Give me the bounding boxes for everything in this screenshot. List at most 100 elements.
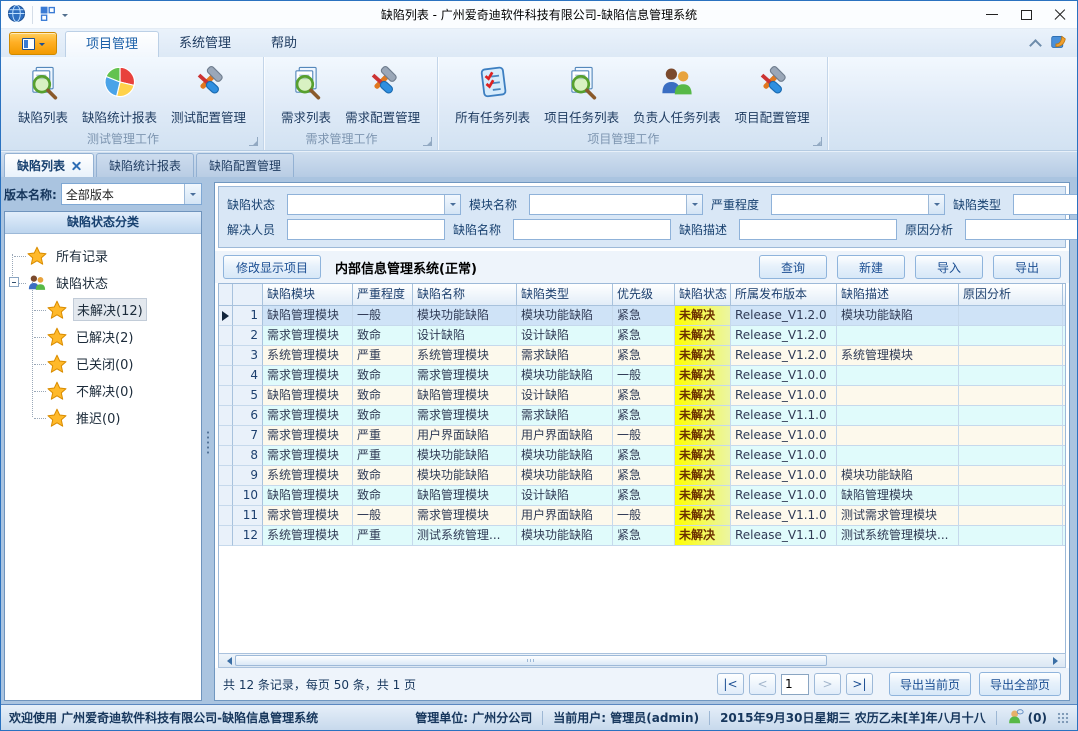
owner-tasks-button[interactable]: 负责人任务列表 [626, 61, 728, 129]
grid-cell[interactable] [837, 406, 959, 426]
module-name-filter-dropdown-icon[interactable] [686, 195, 702, 214]
grid-cell[interactable]: 需求管理模块 [263, 326, 353, 346]
grid-cell[interactable]: Release_V1.0.0 [731, 446, 837, 466]
scrollbar-thumb[interactable] [235, 655, 827, 666]
grid-cell[interactable]: 模块功能缺陷 [413, 306, 517, 326]
new-button[interactable]: 新建 [837, 255, 905, 279]
defect-name-filter-input[interactable] [514, 220, 670, 239]
grid-cell[interactable]: 严重 [353, 526, 413, 546]
grid-cell[interactable]: 需求管理模块 [413, 406, 517, 426]
first-page-button[interactable]: |< [717, 673, 744, 695]
page-number-input[interactable] [781, 674, 809, 695]
resolver-filter[interactable] [287, 219, 445, 240]
grid-cell[interactable] [837, 446, 959, 466]
grid-column-header[interactable]: 严重程度 [353, 284, 413, 306]
grid-cell[interactable]: 用户界面缺陷 [517, 426, 613, 446]
grid-cell[interactable] [959, 386, 1063, 406]
export-button[interactable]: 导出 [993, 255, 1061, 279]
grid-cell[interactable]: 紧急 [613, 466, 675, 486]
grid-cell[interactable]: 未解决 [675, 446, 731, 466]
grid-column-header[interactable]: 缺陷模块 [263, 284, 353, 306]
grid-row[interactable]: 3系统管理模块严重系统管理模块需求缺陷紧急未解决Release_V1.2.0系统… [219, 346, 1065, 366]
grid-cell[interactable]: 系统管理模块 [263, 466, 353, 486]
grid-cell[interactable]: 未解决 [675, 466, 731, 486]
grid-cell[interactable]: 紧急 [613, 486, 675, 506]
grid-cell[interactable]: 用户界面缺陷 [517, 506, 613, 526]
project-tasks-button[interactable]: 项目任务列表 [537, 61, 626, 129]
grid-cell[interactable]: 模块功能缺陷 [517, 466, 613, 486]
grid-cell[interactable]: 未解决 [675, 406, 731, 426]
grid-cell[interactable]: 系统管理模块 [263, 346, 353, 366]
grid-cell[interactable]: 需求缺陷 [517, 406, 613, 426]
grid-cell[interactable]: 需求管理模块 [263, 406, 353, 426]
grid-cell[interactable]: 紧急 [613, 406, 675, 426]
defect-desc-filter[interactable] [739, 219, 897, 240]
grid-cell[interactable]: Release_V1.0.0 [731, 486, 837, 506]
version-combo-dropdown-icon[interactable] [184, 184, 201, 204]
grid-cell[interactable]: 缺陷管理模块 [263, 386, 353, 406]
grid-cell[interactable]: 一般 [353, 506, 413, 526]
grid-cell[interactable]: 缺陷管理模块 [837, 486, 959, 506]
grid-cell[interactable] [1063, 366, 1066, 386]
tree-all-records[interactable]: 所有记录 [7, 242, 199, 269]
grid-row[interactable]: 12系统管理模块严重测试系统管理...模块功能缺陷紧急未解决Release_V1… [219, 526, 1065, 546]
grid-cell[interactable] [837, 386, 959, 406]
grid-cell[interactable]: 紧急 [613, 386, 675, 406]
tab-system-management[interactable]: 系统管理 [159, 31, 251, 57]
defect-status-filter-dropdown-icon[interactable] [444, 195, 460, 214]
application-menu-button[interactable] [9, 32, 57, 55]
grid-row[interactable]: 9系统管理模块致命模块功能缺陷模块功能缺陷紧急未解决Release_V1.0.0… [219, 466, 1065, 486]
dialog-launcher-icon[interactable] [813, 137, 822, 146]
grid-cell[interactable]: 一般 [613, 426, 675, 446]
grid-row[interactable]: 11需求管理模块一般需求管理模块用户界面缺陷一般未解决Release_V1.1.… [219, 506, 1065, 526]
grid-cell[interactable]: 未解决 [675, 506, 731, 526]
grid-cell[interactable] [1063, 526, 1066, 546]
grid-cell[interactable]: 系统管理模块 [413, 346, 517, 366]
tree-wont-fix[interactable]: 不解决(0) [7, 377, 199, 404]
grid-cell[interactable]: Release_V1.1.0 [731, 526, 837, 546]
grid-cell[interactable]: 需求管理模块 [413, 506, 517, 526]
grid-cell[interactable]: 未解决 [675, 346, 731, 366]
tab-help[interactable]: 帮助 [251, 31, 317, 57]
grid-cell[interactable]: 测试系统管理... [413, 526, 517, 546]
grid-column-header[interactable]: 原因分析 [959, 284, 1063, 306]
grid-cell[interactable]: 模块功能缺陷 [517, 306, 613, 326]
tree-expander-icon[interactable] [9, 277, 19, 287]
export-current-page-button[interactable]: 导出当前页 [889, 672, 971, 696]
import-button[interactable]: 导入 [915, 255, 983, 279]
maximize-button[interactable] [1009, 1, 1043, 28]
horizontal-scrollbar[interactable] [218, 653, 1066, 668]
grid-row[interactable]: 10缺陷管理模块致命缺陷管理模块设计缺陷紧急未解决Release_V1.0.0缺… [219, 486, 1065, 506]
grid-cell[interactable] [959, 526, 1063, 546]
scroll-left-icon[interactable] [219, 654, 235, 667]
grid-cell[interactable]: 模块功能缺陷 [413, 446, 517, 466]
grid-cell[interactable] [959, 486, 1063, 506]
grid-cell[interactable] [959, 466, 1063, 486]
grid-column-header[interactable]: 优先级 [613, 284, 675, 306]
grid-cell[interactable]: 未解决 [675, 486, 731, 506]
grid-cell[interactable]: Release_V1.0.0 [731, 426, 837, 446]
grid-cell[interactable]: 未解决 [675, 326, 731, 346]
grid-cell[interactable]: 模块功能缺陷 [517, 446, 613, 466]
grid-cell[interactable]: 需求管理模块 [263, 506, 353, 526]
defect-name-filter[interactable] [513, 219, 671, 240]
grid-cell[interactable] [1063, 486, 1066, 506]
grid-cell[interactable] [1063, 506, 1066, 526]
grid-cell[interactable]: 需求管理模块 [263, 366, 353, 386]
doctab-defect-config[interactable]: 缺陷配置管理 [196, 153, 294, 177]
grid-cell[interactable]: 一般 [613, 366, 675, 386]
grid-row[interactable]: 5缺陷管理模块致命缺陷管理模块设计缺陷紧急未解决Release_V1.0.0 [219, 386, 1065, 406]
dialog-launcher-icon[interactable] [423, 137, 432, 146]
messages-person-icon[interactable] [1007, 708, 1024, 728]
grid-column-header[interactable]: 缺陷名称 [413, 284, 517, 306]
doctab-defect-report[interactable]: 缺陷统计报表 [96, 153, 194, 177]
grid-cell[interactable]: 设计缺陷 [517, 386, 613, 406]
grid-cell[interactable]: 系统管理模块 [837, 346, 959, 366]
close-button[interactable] [1043, 1, 1077, 28]
defect-type-filter-input[interactable] [1014, 195, 1078, 214]
grid-cell[interactable]: Release_V1.1.0 [731, 406, 837, 426]
grid-cell[interactable] [959, 446, 1063, 466]
grid-row[interactable]: 2需求管理模块致命设计缺陷设计缺陷紧急未解决Release_V1.2.0 [219, 326, 1065, 346]
tree-unresolved[interactable]: 未解决(12) [7, 296, 199, 323]
last-page-button[interactable]: >| [846, 673, 873, 695]
